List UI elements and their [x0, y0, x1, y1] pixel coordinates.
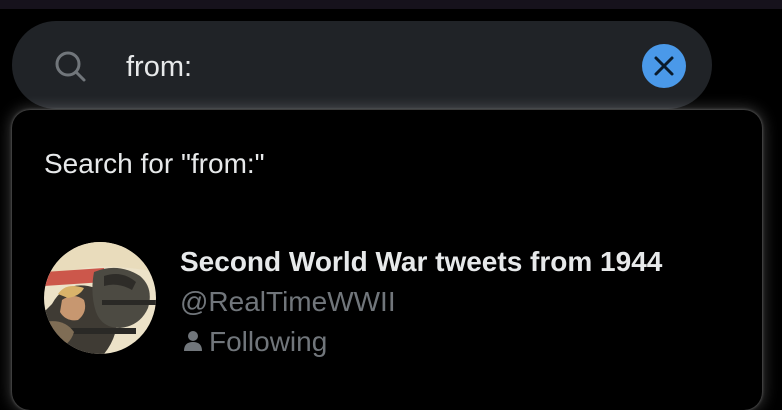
clear-search-button[interactable] [642, 44, 686, 88]
close-icon [654, 56, 674, 76]
search-for-option[interactable]: Search for "from:" [44, 148, 265, 180]
result-status-label: Following [209, 326, 328, 357]
avatar[interactable] [44, 242, 156, 354]
result-handle: @RealTimeWWII [180, 286, 396, 317]
result-display-name: Second World War tweets from 1944 [180, 246, 663, 277]
person-icon [183, 327, 203, 351]
search-input[interactable] [126, 48, 606, 86]
top-strip [0, 0, 782, 9]
avatar-image [44, 242, 156, 354]
result-following-status: Following [183, 326, 327, 358]
search-icon [51, 47, 91, 87]
